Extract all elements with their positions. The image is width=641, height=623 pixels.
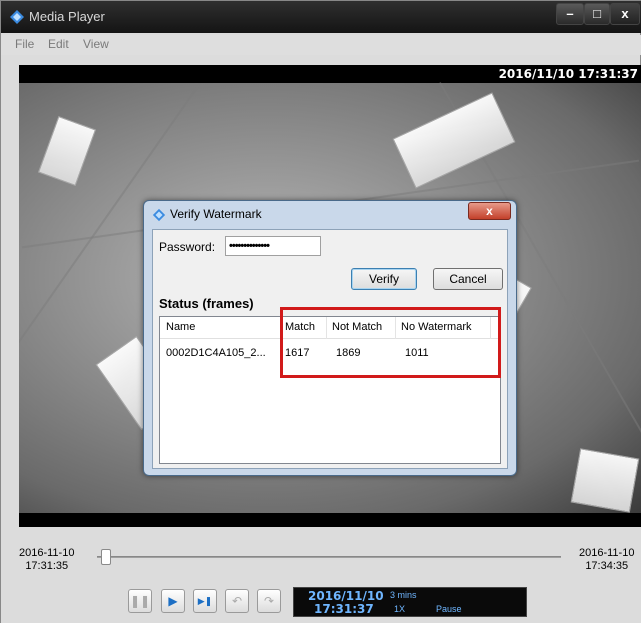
ceiling-light-1: [37, 115, 97, 187]
column-header-name[interactable]: Name: [166, 321, 195, 333]
dialog-title-bar: Verify Watermark x: [144, 201, 516, 227]
cell-name: 0002D1C4A105_2...: [166, 347, 266, 359]
step-forward-icon: ▶❚: [197, 596, 213, 606]
timeline-slider-thumb[interactable]: [101, 549, 112, 565]
menu-file[interactable]: File: [15, 37, 34, 51]
video-timestamp-bar: 2016/11/10 17:31:37: [19, 65, 641, 83]
minimize-button[interactable]: –: [556, 3, 584, 25]
playback-info-panel: 2016/11/10 17:31:37 3 mins 1X Pause: [293, 587, 527, 617]
playback-duration: 3 mins: [390, 590, 417, 600]
status-label: Status (frames): [159, 296, 254, 311]
window-title: Media Player: [29, 9, 105, 24]
cancel-button[interactable]: Cancel: [433, 268, 503, 290]
dialog-close-button[interactable]: x: [468, 202, 511, 220]
pause-icon: ❚❚: [129, 594, 151, 608]
play-button[interactable]: ▶: [161, 589, 185, 613]
timeline-start-date: 2016-11-10: [19, 547, 75, 559]
playback-time: 17:31:37: [314, 602, 374, 616]
menu-view[interactable]: View: [83, 37, 109, 51]
rewind-icon: ↶: [231, 594, 243, 608]
timeline-end-time: 17:34:35: [585, 560, 629, 572]
password-field[interactable]: ••••••••••••••: [225, 236, 321, 256]
playback-date: 2016/11/10: [308, 589, 384, 603]
close-button[interactable]: x: [610, 3, 640, 25]
timeline-start-time: 17:31:35: [25, 560, 69, 572]
play-icon: ▶: [168, 594, 178, 608]
password-label: Password:: [159, 240, 216, 254]
dialog-app-icon: [152, 208, 166, 222]
fast-forward-button[interactable]: ↷: [257, 589, 281, 613]
fast-forward-icon: ↷: [263, 594, 275, 608]
highlight-annotation-box: [280, 307, 501, 378]
playback-speed: 1X: [394, 604, 406, 614]
app-icon: [10, 10, 24, 24]
dialog-title: Verify Watermark: [170, 207, 262, 221]
rewind-button[interactable]: ↶: [225, 589, 249, 613]
timeline-start: 2016-11-10 17:31:35: [19, 547, 74, 573]
timeline-slider-track[interactable]: [97, 556, 561, 558]
step-forward-button[interactable]: ▶❚: [193, 589, 217, 613]
playback-state: Pause: [436, 604, 462, 614]
ceiling-light-5: [570, 448, 640, 513]
menu-edit[interactable]: Edit: [48, 37, 69, 51]
playback-controls: 2016-11-10 17:31:35 2016-11-10 17:34:35 …: [1, 527, 641, 623]
video-timestamp: 2016/11/10 17:31:37: [498, 67, 638, 81]
pause-button[interactable]: ❚❚: [128, 589, 152, 613]
timeline-end: 2016-11-10 17:34:35: [579, 547, 634, 573]
timeline-end-date: 2016-11-10: [579, 547, 635, 559]
verify-button[interactable]: Verify: [351, 268, 417, 290]
menu-bar: File Edit View: [1, 35, 641, 55]
title-bar: Media Player – □ x: [1, 1, 641, 33]
video-bottom-bar: [19, 513, 641, 527]
maximize-button[interactable]: □: [584, 3, 610, 25]
